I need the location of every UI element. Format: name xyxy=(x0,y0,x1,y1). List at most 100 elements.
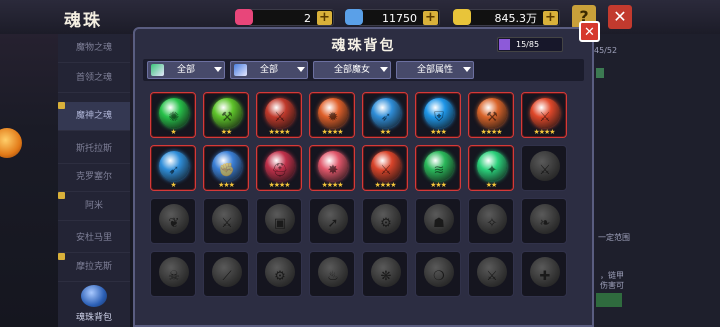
empty-orb-slot[interactable]: ⚙ xyxy=(256,251,302,297)
blade-icon: ⚔ xyxy=(371,151,401,181)
orb-star-rating: ★★★★ xyxy=(533,128,555,136)
crystal-count: 11750 xyxy=(382,12,417,25)
orb-glyph: ➹ xyxy=(168,163,180,178)
orb-bag-entry[interactable]: 魂珠背包 xyxy=(58,285,130,327)
crystal-resource: 11750 + xyxy=(345,9,440,26)
torch-icon: ♨ xyxy=(318,257,348,287)
empty-orb-slot[interactable]: ⚙ xyxy=(362,198,408,244)
sidebar-item-demon[interactable]: 魔神之魂 xyxy=(58,102,130,131)
empty-orb-slot[interactable]: ⟋ xyxy=(203,251,249,297)
orb-slot[interactable]: ⚒ ★★ xyxy=(203,92,249,138)
orb-glyph: ❋ xyxy=(380,269,392,284)
chevron-down-icon xyxy=(463,67,471,72)
filter-type[interactable]: 全部 xyxy=(230,61,308,79)
empty-orb-slot[interactable]: ❧ xyxy=(521,198,567,244)
sidebar-item-amy[interactable]: 阿米 xyxy=(58,192,130,221)
orb-star-rating: ★★ xyxy=(485,181,498,189)
gem-resource: 2 + xyxy=(235,9,334,26)
empty-orb-slot[interactable]: ❍ xyxy=(415,251,461,297)
add-gold-button[interactable]: + xyxy=(543,11,558,25)
gem-count: 2 xyxy=(304,12,311,25)
orb-glyph: ☠ xyxy=(168,269,180,284)
orb-slot[interactable]: ≋ ★★★ xyxy=(415,145,461,191)
orb-slot[interactable]: ⚒ ★★★★ xyxy=(468,92,514,138)
orb-glyph: ⚙ xyxy=(274,269,286,284)
add-gem-button[interactable]: + xyxy=(317,11,332,25)
orb-star-rating: ★★ xyxy=(220,128,233,136)
empty-orb-slot[interactable]: ✧ xyxy=(468,198,514,244)
empty-orb-slot[interactable]: ⚔ xyxy=(468,251,514,297)
sidebar-item-stolas[interactable]: 斯托拉斯 xyxy=(58,135,130,164)
orb-bag-dialog: 魂珠背包 15/85 全部 全部 全部魔女 全部属性 ✺ ★ ⚒ ★★ ⚔ ★★★★ ✹ ★★… xyxy=(133,27,594,327)
orb-slot[interactable]: ✸ ★★★★ xyxy=(309,145,355,191)
helm-icon: ⛑ xyxy=(265,151,295,181)
status-tab xyxy=(596,68,604,78)
empty-orb-slot[interactable]: ❋ xyxy=(362,251,408,297)
empty-orb-slot[interactable]: ✚ xyxy=(521,251,567,297)
orb-glyph: ✊ xyxy=(218,163,236,178)
dragon-icon: ❦ xyxy=(159,204,189,234)
empty-orb-slot[interactable]: ☗ xyxy=(415,198,461,244)
add-crystal-button[interactable]: + xyxy=(423,11,438,25)
orb-glyph: ✺ xyxy=(168,110,180,125)
bow-icon: ➶ xyxy=(371,98,401,128)
orb-glyph: ⚔ xyxy=(274,110,286,125)
orb-glyph: ⚙ xyxy=(380,216,392,231)
sidebar-item-crocell[interactable]: 克罗塞尔 xyxy=(58,163,130,192)
orb-slot[interactable]: ➹ ★ xyxy=(150,145,196,191)
close-button[interactable]: ✕ xyxy=(579,21,600,42)
orb-slot[interactable]: ⚔ ★★★★ xyxy=(256,92,302,138)
sidebar-item-boss[interactable]: 首领之魂 xyxy=(58,64,130,93)
sidebar-badge xyxy=(58,192,65,199)
orb-glyph: ▣ xyxy=(273,216,287,231)
filter-witch[interactable]: 全部魔女 xyxy=(313,61,391,79)
arrow-icon: ➚ xyxy=(318,204,348,234)
orb-star-rating: ★★★★ xyxy=(374,181,396,189)
empty-orb-slot[interactable]: ▣ xyxy=(256,198,302,244)
orb-glyph: ⛑ xyxy=(271,163,289,178)
sidebar-item-andromalius[interactable]: 安杜马里 xyxy=(58,224,130,253)
wave-icon: ≋ xyxy=(424,151,454,181)
orb-slot[interactable]: ⚔ ★★★★ xyxy=(362,145,408,191)
filter-attribute[interactable]: 全部属性 xyxy=(396,61,474,79)
orb-glyph: ≋ xyxy=(433,163,445,178)
filter-quality[interactable]: 全部 xyxy=(147,61,225,79)
orb-slot[interactable]: ✺ ★ xyxy=(150,92,196,138)
green-action-button[interactable] xyxy=(596,293,622,307)
orb-bag-icon xyxy=(81,285,107,307)
orb-slot[interactable]: ⛑ ★★★★ xyxy=(256,145,302,191)
mask-icon: ☗ xyxy=(424,204,454,234)
blade-icon: ⚔ xyxy=(477,257,507,287)
exit-button[interactable]: ✕ xyxy=(608,5,632,29)
sidebar-item-marax[interactable]: 摩拉克斯 xyxy=(58,253,130,282)
orb-glyph: ⛨ xyxy=(434,110,444,125)
empty-orb-slot[interactable]: ⚔ xyxy=(521,145,567,191)
empty-orb-slot[interactable]: ☠ xyxy=(150,251,196,297)
orb-slot[interactable]: ⚔ ★★★★ xyxy=(521,92,567,138)
axe-icon: ⚔ xyxy=(265,98,295,128)
chevron-down-icon xyxy=(297,67,305,72)
orb-glyph: ⚒ xyxy=(486,110,498,125)
gear-icon: ⚙ xyxy=(371,204,401,234)
orb-glyph: ⚔ xyxy=(539,110,551,125)
empty-orb-slot[interactable]: ⚔ xyxy=(203,198,249,244)
flail-icon: ✹ xyxy=(318,98,348,128)
orb-slot[interactable]: ✊ ★★★ xyxy=(203,145,249,191)
capacity-text: 15/85 xyxy=(516,40,540,49)
empty-orb-slot[interactable]: ♨ xyxy=(309,251,355,297)
sidebar-item-monster[interactable]: 魔物之魂 xyxy=(58,34,130,63)
whirlwind-icon: ✺ xyxy=(159,98,189,128)
filter-attribute-label: 全部属性 xyxy=(416,65,453,75)
orb-slot[interactable]: ✹ ★★★★ xyxy=(309,92,355,138)
screen-title: 魂珠 xyxy=(64,11,102,31)
orb-slot[interactable]: ⛨ ★★★ xyxy=(415,92,461,138)
detail-text-1: 一定范围 xyxy=(598,233,630,242)
shield-chain-icon: ⛨ xyxy=(424,98,454,128)
orb-slot[interactable]: ➶ ★★ xyxy=(362,92,408,138)
orb-slot[interactable]: ✦ ★★ xyxy=(468,145,514,191)
empty-orb-slot[interactable]: ➚ xyxy=(309,198,355,244)
empty-orb-slot[interactable]: ❦ xyxy=(150,198,196,244)
orb-star-rating: ★★★★ xyxy=(321,181,343,189)
orb-glyph: ⚔ xyxy=(380,163,392,178)
orb-glyph: ☗ xyxy=(433,216,445,231)
